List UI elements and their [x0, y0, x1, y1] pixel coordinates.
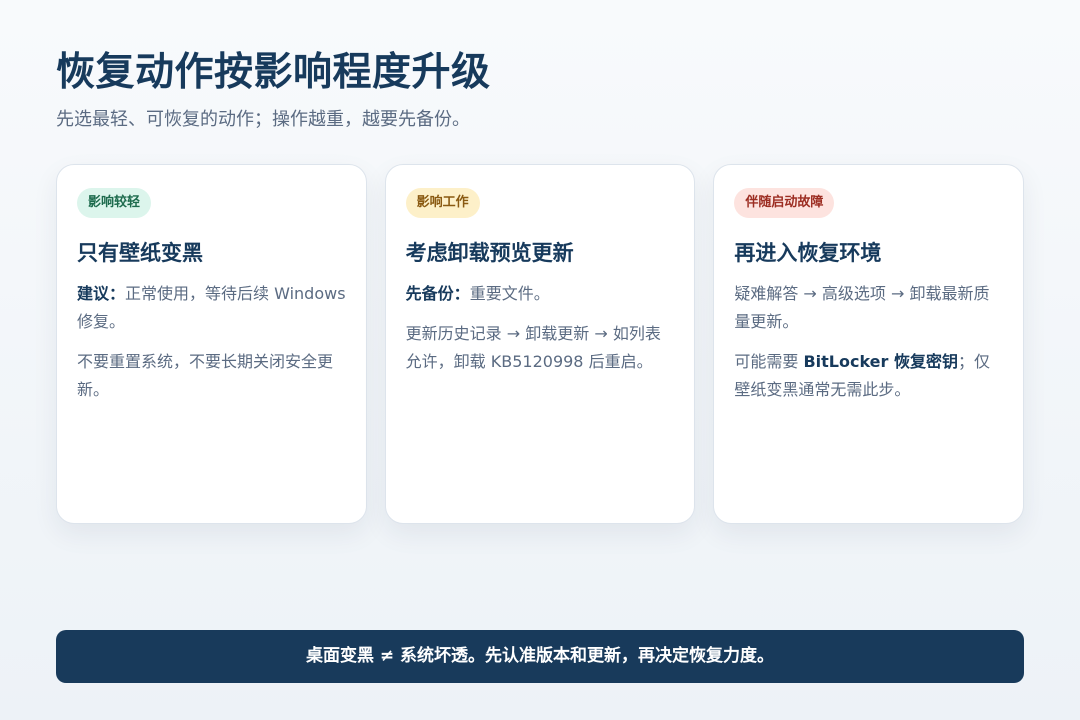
card-title-uninstall-preview: 考虑卸载预览更新 [405, 241, 574, 265]
card-warning: 不要重置系统，不要长期关闭安全更新。 [77, 352, 334, 399]
footer-banner: 桌面变黑 ≠ 系统坏透。先认准版本和更新，再决定恢复力度。 [56, 630, 1024, 683]
bitlocker-key-label: BitLocker 恢复密钥 [803, 352, 958, 371]
impact-badge-boot-failure: 伴随启动故障 [734, 188, 835, 218]
advice-label: 建议： [77, 284, 126, 303]
card-bitlocker-note: 可能需要 BitLocker 恢复密钥；仅壁纸变黑通常无需此步。 [734, 348, 1003, 404]
card-boot-failure: 伴随启动故障 再进入恢复环境 疑难解答 → 高级选项 → 卸载最新质量更新。 可… [713, 164, 1025, 524]
page-subtitle: 先选最轻、可恢复的动作；操作越重，越要先备份。 [56, 109, 470, 130]
impact-badge-work: 影响工作 [405, 188, 480, 218]
backup-label: 先备份： [405, 284, 470, 303]
card-light-impact: 影响较轻 只有壁纸变黑 建议：正常使用，等待后续 Windows 修复。 不要重… [56, 164, 367, 524]
impact-badge-light: 影响较轻 [77, 188, 152, 218]
recovery-cards: 影响较轻 只有壁纸变黑 建议：正常使用，等待后续 Windows 修复。 不要重… [56, 164, 1025, 524]
card-work-impact: 影响工作 考虑卸载预览更新 先备份：重要文件。 更新历史记录 → 卸载更新 → … [384, 164, 696, 524]
card-backup: 先备份：重要文件。 [406, 280, 675, 308]
card-uninstall-steps: 更新历史记录 → 卸载更新 → 如列表允许，卸载 KB5120998 后重启。 [405, 324, 661, 371]
card-title-wallpaper-black: 只有壁纸变黑 [77, 241, 203, 265]
card-title-recovery-environment: 再进入恢复环境 [734, 241, 882, 265]
page-title: 恢复动作按影响程度升级 [56, 50, 491, 95]
backup-text: 重要文件。 [469, 284, 550, 303]
bitlocker-note-before: 可能需要 [734, 352, 804, 371]
card-advice: 建议：正常使用，等待后续 Windows 修复。 [77, 280, 346, 336]
card-recovery-steps: 疑难解答 → 高级选项 → 卸载最新质量更新。 [734, 284, 990, 331]
